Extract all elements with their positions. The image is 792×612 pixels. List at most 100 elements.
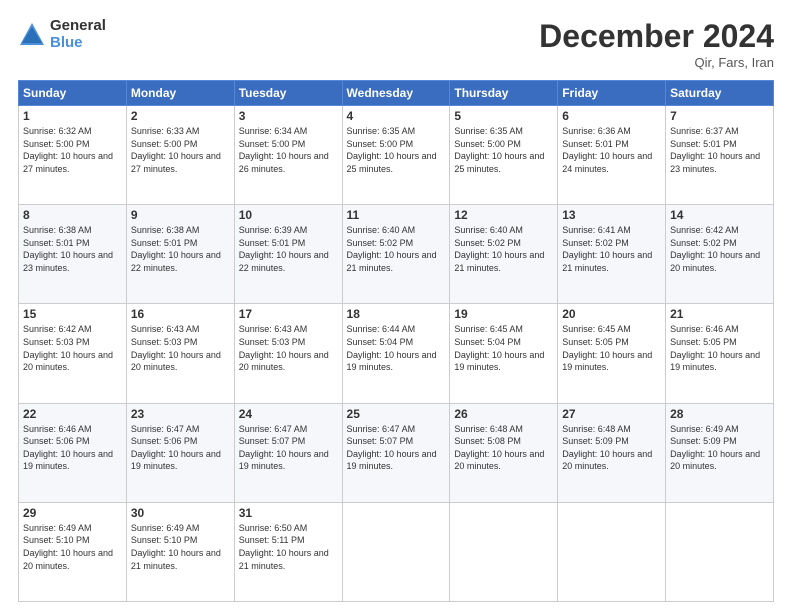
day-number: 26	[454, 407, 553, 421]
cell-content: Sunrise: 6:49 AM Sunset: 5:10 PM Dayligh…	[131, 522, 230, 572]
cell-content: Sunrise: 6:42 AM Sunset: 5:02 PM Dayligh…	[670, 224, 769, 274]
table-row: 28 Sunrise: 6:49 AM Sunset: 5:09 PM Dayl…	[666, 403, 774, 502]
table-row: 6 Sunrise: 6:36 AM Sunset: 5:01 PM Dayli…	[558, 106, 666, 205]
table-row: 4 Sunrise: 6:35 AM Sunset: 5:00 PM Dayli…	[342, 106, 450, 205]
table-row: 11 Sunrise: 6:40 AM Sunset: 5:02 PM Dayl…	[342, 205, 450, 304]
cell-content: Sunrise: 6:43 AM Sunset: 5:03 PM Dayligh…	[239, 323, 338, 373]
logo-blue: Blue	[50, 35, 106, 52]
cell-content: Sunrise: 6:45 AM Sunset: 5:05 PM Dayligh…	[562, 323, 661, 373]
day-number: 18	[347, 307, 446, 321]
cell-content: Sunrise: 6:32 AM Sunset: 5:00 PM Dayligh…	[23, 125, 122, 175]
calendar-week-row: 15 Sunrise: 6:42 AM Sunset: 5:03 PM Dayl…	[19, 304, 774, 403]
calendar-header-row: Sunday Monday Tuesday Wednesday Thursday…	[19, 81, 774, 106]
logo-text: General Blue	[50, 18, 106, 51]
cell-content: Sunrise: 6:42 AM Sunset: 5:03 PM Dayligh…	[23, 323, 122, 373]
col-monday: Monday	[126, 81, 234, 106]
day-number: 22	[23, 407, 122, 421]
table-row: 7 Sunrise: 6:37 AM Sunset: 5:01 PM Dayli…	[666, 106, 774, 205]
day-number: 2	[131, 109, 230, 123]
location: Qir, Fars, Iran	[539, 55, 774, 70]
table-row: 17 Sunrise: 6:43 AM Sunset: 5:03 PM Dayl…	[234, 304, 342, 403]
logo-general: General	[50, 18, 106, 35]
cell-content: Sunrise: 6:37 AM Sunset: 5:01 PM Dayligh…	[670, 125, 769, 175]
table-row: 20 Sunrise: 6:45 AM Sunset: 5:05 PM Dayl…	[558, 304, 666, 403]
table-row: 10 Sunrise: 6:39 AM Sunset: 5:01 PM Dayl…	[234, 205, 342, 304]
day-number: 27	[562, 407, 661, 421]
day-number: 15	[23, 307, 122, 321]
day-number: 24	[239, 407, 338, 421]
cell-content: Sunrise: 6:41 AM Sunset: 5:02 PM Dayligh…	[562, 224, 661, 274]
table-row: 9 Sunrise: 6:38 AM Sunset: 5:01 PM Dayli…	[126, 205, 234, 304]
day-number: 23	[131, 407, 230, 421]
day-number: 4	[347, 109, 446, 123]
day-number: 28	[670, 407, 769, 421]
table-row: 15 Sunrise: 6:42 AM Sunset: 5:03 PM Dayl…	[19, 304, 127, 403]
cell-content: Sunrise: 6:47 AM Sunset: 5:07 PM Dayligh…	[347, 423, 446, 473]
day-number: 1	[23, 109, 122, 123]
page: General Blue December 2024 Qir, Fars, Ir…	[0, 0, 792, 612]
table-row: 29 Sunrise: 6:49 AM Sunset: 5:10 PM Dayl…	[19, 502, 127, 601]
table-row: 26 Sunrise: 6:48 AM Sunset: 5:08 PM Dayl…	[450, 403, 558, 502]
cell-content: Sunrise: 6:33 AM Sunset: 5:00 PM Dayligh…	[131, 125, 230, 175]
table-row: 3 Sunrise: 6:34 AM Sunset: 5:00 PM Dayli…	[234, 106, 342, 205]
table-row: 8 Sunrise: 6:38 AM Sunset: 5:01 PM Dayli…	[19, 205, 127, 304]
cell-content: Sunrise: 6:47 AM Sunset: 5:07 PM Dayligh…	[239, 423, 338, 473]
day-number: 14	[670, 208, 769, 222]
col-friday: Friday	[558, 81, 666, 106]
table-row: 24 Sunrise: 6:47 AM Sunset: 5:07 PM Dayl…	[234, 403, 342, 502]
logo: General Blue	[18, 18, 106, 51]
cell-content: Sunrise: 6:49 AM Sunset: 5:09 PM Dayligh…	[670, 423, 769, 473]
empty-cell	[558, 502, 666, 601]
col-thursday: Thursday	[450, 81, 558, 106]
day-number: 12	[454, 208, 553, 222]
cell-content: Sunrise: 6:46 AM Sunset: 5:05 PM Dayligh…	[670, 323, 769, 373]
table-row: 18 Sunrise: 6:44 AM Sunset: 5:04 PM Dayl…	[342, 304, 450, 403]
day-number: 30	[131, 506, 230, 520]
day-number: 25	[347, 407, 446, 421]
table-row: 27 Sunrise: 6:48 AM Sunset: 5:09 PM Dayl…	[558, 403, 666, 502]
cell-content: Sunrise: 6:40 AM Sunset: 5:02 PM Dayligh…	[347, 224, 446, 274]
header: General Blue December 2024 Qir, Fars, Ir…	[18, 18, 774, 70]
cell-content: Sunrise: 6:50 AM Sunset: 5:11 PM Dayligh…	[239, 522, 338, 572]
col-saturday: Saturday	[666, 81, 774, 106]
cell-content: Sunrise: 6:46 AM Sunset: 5:06 PM Dayligh…	[23, 423, 122, 473]
table-row: 25 Sunrise: 6:47 AM Sunset: 5:07 PM Dayl…	[342, 403, 450, 502]
calendar-week-row: 8 Sunrise: 6:38 AM Sunset: 5:01 PM Dayli…	[19, 205, 774, 304]
table-row: 13 Sunrise: 6:41 AM Sunset: 5:02 PM Dayl…	[558, 205, 666, 304]
day-number: 3	[239, 109, 338, 123]
cell-content: Sunrise: 6:48 AM Sunset: 5:09 PM Dayligh…	[562, 423, 661, 473]
table-row: 2 Sunrise: 6:33 AM Sunset: 5:00 PM Dayli…	[126, 106, 234, 205]
cell-content: Sunrise: 6:38 AM Sunset: 5:01 PM Dayligh…	[131, 224, 230, 274]
cell-content: Sunrise: 6:35 AM Sunset: 5:00 PM Dayligh…	[347, 125, 446, 175]
day-number: 17	[239, 307, 338, 321]
table-row: 14 Sunrise: 6:42 AM Sunset: 5:02 PM Dayl…	[666, 205, 774, 304]
calendar-week-row: 1 Sunrise: 6:32 AM Sunset: 5:00 PM Dayli…	[19, 106, 774, 205]
cell-content: Sunrise: 6:47 AM Sunset: 5:06 PM Dayligh…	[131, 423, 230, 473]
calendar-week-row: 22 Sunrise: 6:46 AM Sunset: 5:06 PM Dayl…	[19, 403, 774, 502]
cell-content: Sunrise: 6:38 AM Sunset: 5:01 PM Dayligh…	[23, 224, 122, 274]
day-number: 20	[562, 307, 661, 321]
table-row: 23 Sunrise: 6:47 AM Sunset: 5:06 PM Dayl…	[126, 403, 234, 502]
cell-content: Sunrise: 6:49 AM Sunset: 5:10 PM Dayligh…	[23, 522, 122, 572]
col-tuesday: Tuesday	[234, 81, 342, 106]
title-block: December 2024 Qir, Fars, Iran	[539, 18, 774, 70]
day-number: 16	[131, 307, 230, 321]
calendar-week-row: 29 Sunrise: 6:49 AM Sunset: 5:10 PM Dayl…	[19, 502, 774, 601]
day-number: 6	[562, 109, 661, 123]
cell-content: Sunrise: 6:45 AM Sunset: 5:04 PM Dayligh…	[454, 323, 553, 373]
table-row: 30 Sunrise: 6:49 AM Sunset: 5:10 PM Dayl…	[126, 502, 234, 601]
table-row: 1 Sunrise: 6:32 AM Sunset: 5:00 PM Dayli…	[19, 106, 127, 205]
table-row: 16 Sunrise: 6:43 AM Sunset: 5:03 PM Dayl…	[126, 304, 234, 403]
day-number: 9	[131, 208, 230, 222]
day-number: 13	[562, 208, 661, 222]
empty-cell	[666, 502, 774, 601]
day-number: 8	[23, 208, 122, 222]
empty-cell	[450, 502, 558, 601]
cell-content: Sunrise: 6:44 AM Sunset: 5:04 PM Dayligh…	[347, 323, 446, 373]
cell-content: Sunrise: 6:39 AM Sunset: 5:01 PM Dayligh…	[239, 224, 338, 274]
day-number: 7	[670, 109, 769, 123]
cell-content: Sunrise: 6:43 AM Sunset: 5:03 PM Dayligh…	[131, 323, 230, 373]
day-number: 21	[670, 307, 769, 321]
table-row: 5 Sunrise: 6:35 AM Sunset: 5:00 PM Dayli…	[450, 106, 558, 205]
cell-content: Sunrise: 6:35 AM Sunset: 5:00 PM Dayligh…	[454, 125, 553, 175]
